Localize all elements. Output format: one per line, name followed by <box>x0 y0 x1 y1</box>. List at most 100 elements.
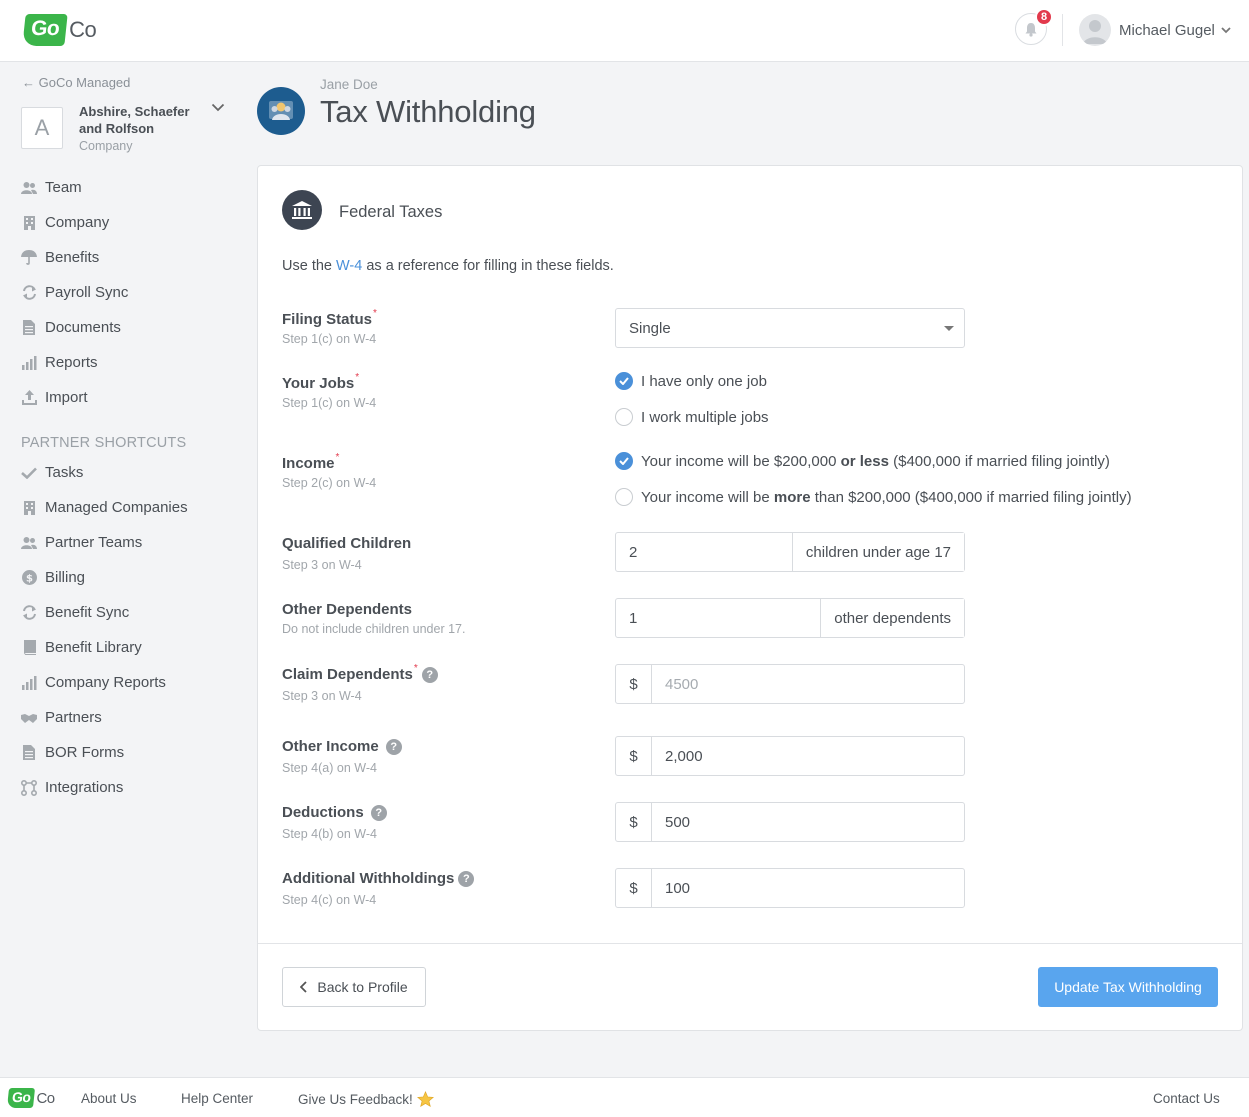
bar-chart-icon <box>21 355 37 371</box>
sidebar-item-import[interactable]: Import <box>21 380 241 415</box>
qualified-children-input[interactable]: 2 <box>616 533 792 571</box>
sidebar-item-billing[interactable]: $ Billing <box>21 560 241 595</box>
sidebar-item-documents[interactable]: Documents <box>21 310 241 345</box>
income-more-text-a: Your income will be <box>641 488 774 506</box>
sidebar-item-payroll-sync[interactable]: Payroll Sync <box>21 275 241 310</box>
help-icon[interactable]: ? <box>385 738 402 755</box>
main-nav: Team Company Benefits Payroll Sync Docum… <box>21 170 241 415</box>
capitol-building-icon <box>282 190 322 230</box>
sidebar-item-integrations[interactable]: Integrations <box>21 770 241 805</box>
notification-badge: 8 <box>1035 8 1053 26</box>
sidebar-item-reports[interactable]: Reports <box>21 345 241 380</box>
qualified-children-title: Qualified Children <box>282 535 412 552</box>
filing-status-hint: Step 1(c) on W-4 <box>282 332 377 346</box>
required-mark: * <box>373 308 377 319</box>
one-job-radio-option[interactable]: I have only one job <box>615 372 767 390</box>
income-or-less-emphasis: or less <box>840 452 889 470</box>
sidebar-item-company-reports[interactable]: Company Reports <box>21 665 241 700</box>
upload-icon <box>21 390 37 406</box>
check-icon <box>619 457 629 465</box>
filing-status-title: Filing Status <box>282 311 372 328</box>
multiple-jobs-radio[interactable] <box>615 408 633 426</box>
required-mark: * <box>355 372 360 383</box>
sidebar-item-bor-forms[interactable]: BOR Forms <box>21 735 241 770</box>
income-more-label: Your income will be more than $200,000 (… <box>641 489 1132 506</box>
claim-dependents-title: Claim Dependents <box>282 666 413 683</box>
help-icon[interactable]: ? <box>370 804 387 821</box>
about-us-link[interactable]: About Us <box>81 1091 137 1106</box>
sidebar-item-team[interactable]: Team <box>21 170 241 205</box>
income-more-radio[interactable] <box>615 488 633 506</box>
other-income-label: Other Income? Step 4(a) on W-4 <box>282 738 402 775</box>
filing-status-select[interactable]: Single <box>615 308 965 348</box>
sidebar-item-benefit-library[interactable]: Benefit Library <box>21 630 241 665</box>
back-to-profile-button[interactable]: Back to Profile <box>282 967 426 1007</box>
card-footer-divider <box>258 943 1242 944</box>
company-name[interactable]: Abshire, Schaefer and Rolfson <box>79 103 204 137</box>
help-center-link[interactable]: Help Center <box>181 1091 253 1106</box>
logo-go: Go <box>6 1088 36 1108</box>
sidebar-item-company[interactable]: Company <box>21 205 241 240</box>
page-footer: Go Co About Us Help Center Give Us Feedb… <box>0 1077 1249 1117</box>
income-or-less-radio-option[interactable]: Your income will be $200,000 or less ($4… <box>615 452 1110 470</box>
sidebar-item-label: Documents <box>45 319 121 336</box>
sidebar-item-partner-teams[interactable]: Partner Teams <box>21 525 241 560</box>
your-jobs-hint: Step 1(c) on W-4 <box>282 396 377 410</box>
top-header: Go Co 8 Michael Gugel <box>0 0 1249 62</box>
qualified-children-addon: children under age 17 <box>791 533 964 571</box>
dollar-prefix: $ <box>616 803 652 841</box>
income-hint: Step 2(c) on W-4 <box>282 476 377 490</box>
required-mark: * <box>335 452 340 463</box>
w4-link[interactable]: W-4 <box>336 258 362 274</box>
back-to-managed-link[interactable]: ← GoCo Managed <box>22 75 130 90</box>
sidebar-item-partners[interactable]: Partners <box>21 700 241 735</box>
multiple-jobs-radio-option[interactable]: I work multiple jobs <box>615 408 769 426</box>
user-menu[interactable]: Michael Gugel <box>1079 14 1231 46</box>
employee-badge-icon <box>269 101 293 120</box>
sidebar-item-benefit-sync[interactable]: Benefit Sync <box>21 595 241 630</box>
card-title: Federal Taxes <box>339 203 443 221</box>
claim-dependents-label: Claim Dependents *? Step 3 on W-4 <box>282 663 438 703</box>
svg-text:$: $ <box>26 573 33 584</box>
page-title: Tax Withholding <box>320 94 536 129</box>
feedback-link[interactable]: Give Us Feedback! <box>298 1091 434 1108</box>
additional-withholdings-title: Additional Withholdings <box>282 870 455 887</box>
bar-chart-icon <box>21 675 37 691</box>
contact-us-link[interactable]: Contact Us <box>1153 1091 1220 1106</box>
help-icon[interactable]: ? <box>421 666 438 683</box>
federal-taxes-card: Federal Taxes Use the W-4 as a reference… <box>257 165 1243 1031</box>
other-dependents-input[interactable]: 1 <box>616 599 820 637</box>
income-or-less-text-c: ($400,000 if married filing jointly) <box>888 452 1110 470</box>
filing-status-label: Filing Status * Step 1(c) on W-4 <box>282 308 377 346</box>
income-or-less-radio[interactable] <box>615 452 633 470</box>
check-icon <box>619 377 629 385</box>
footer-goco-logo[interactable]: Go Co <box>6 1088 55 1108</box>
sidebar-item-tasks[interactable]: Tasks <box>21 455 241 490</box>
income-more-radio-option[interactable]: Your income will be more than $200,000 (… <box>615 488 1132 506</box>
update-tax-withholding-button[interactable]: Update Tax Withholding <box>1038 967 1218 1007</box>
partner-nav: Tasks Managed Companies Partner Teams $ … <box>21 455 241 805</box>
document-icon <box>21 320 37 336</box>
qualified-children-hint: Step 3 on W-4 <box>282 558 362 572</box>
company-switcher-chevron-icon[interactable] <box>211 103 225 112</box>
handshake-icon <box>21 710 37 726</box>
income-more-text-c: than $200,000 ($400,000 if married filin… <box>810 488 1132 506</box>
user-icon <box>1083 20 1107 44</box>
other-income-input[interactable]: 2,000 <box>652 737 964 775</box>
help-icon[interactable]: ? <box>458 870 475 887</box>
one-job-radio[interactable] <box>615 372 633 390</box>
sidebar-item-label: Integrations <box>45 779 124 796</box>
sidebar-item-benefits[interactable]: Benefits <box>21 240 241 275</box>
sidebar-item-managed-companies[interactable]: Managed Companies <box>21 490 241 525</box>
intro-text-after: as a reference for filling in these fiel… <box>362 258 614 274</box>
goco-logo[interactable]: Go Co <box>22 13 97 47</box>
sidebar-item-label: Tasks <box>45 464 84 481</box>
additional-withholdings-input[interactable]: 100 <box>652 869 964 907</box>
claim-dependents-input[interactable]: 4500 <box>652 665 964 703</box>
sidebar-item-label: Import <box>45 389 88 406</box>
intro-text-before: Use the <box>282 258 336 274</box>
deductions-input[interactable]: 500 <box>652 803 964 841</box>
dollar-icon: $ <box>21 570 37 586</box>
dollar-prefix: $ <box>616 665 652 703</box>
sidebar-item-label: Company <box>45 214 110 231</box>
